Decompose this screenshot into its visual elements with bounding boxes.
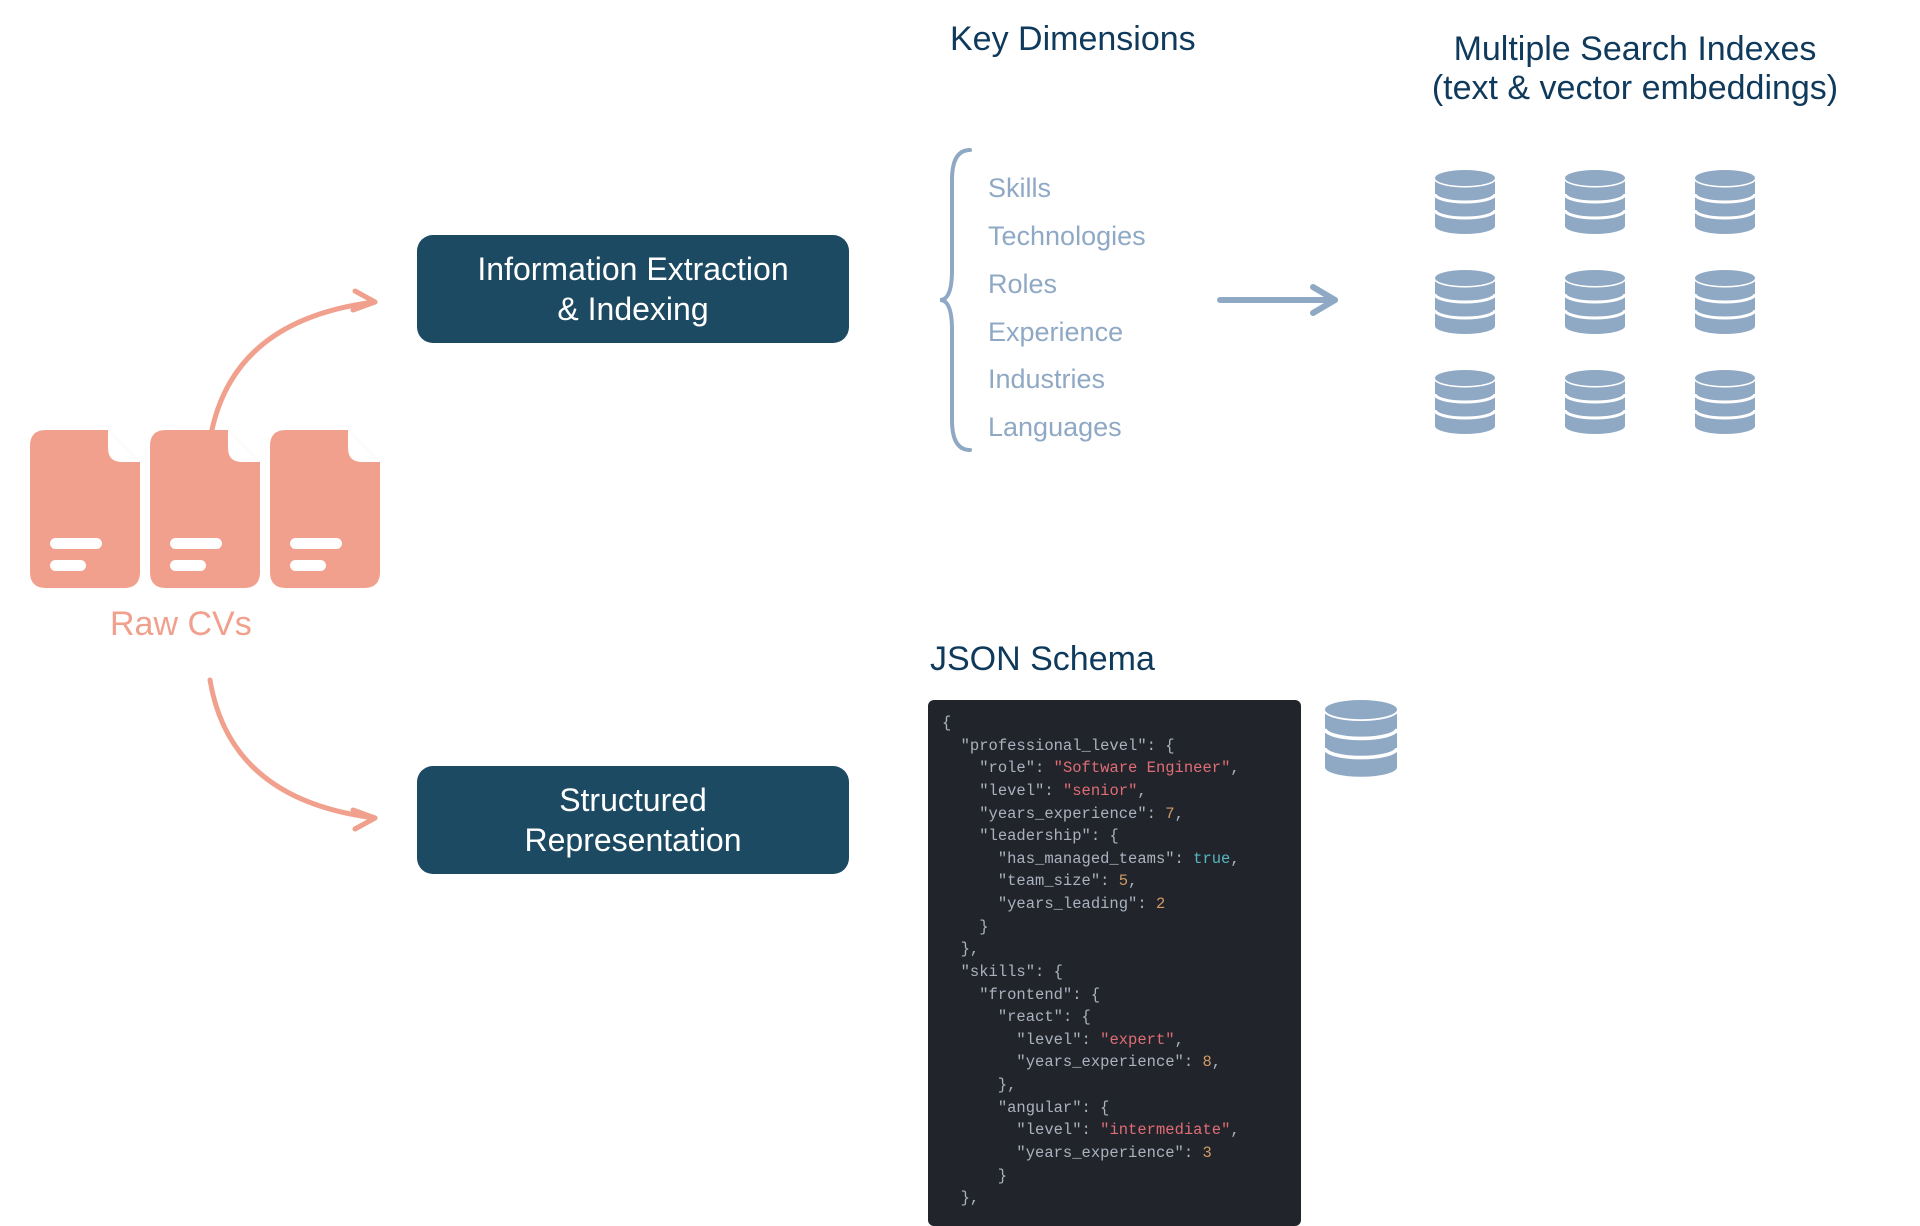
raw-cvs-icons — [30, 430, 390, 600]
pill1-line1: Information Extraction — [477, 249, 788, 289]
pill2-line1: Structured — [559, 780, 707, 820]
brace-key-dims — [940, 150, 980, 450]
info-extraction-pill: Information Extraction & Indexing — [417, 235, 849, 343]
dim-item: Skills — [988, 168, 1146, 210]
dim-item: Roles — [988, 264, 1146, 306]
raw-cvs-label: Raw CVs — [110, 605, 252, 644]
arrow-to-indexes — [1215, 280, 1360, 320]
arrow-to-extraction — [190, 290, 420, 450]
dim-item: Industries — [988, 359, 1146, 401]
db-grid — [1435, 170, 1815, 450]
dim-item: Experience — [988, 312, 1146, 354]
indexes-heading: Multiple Search Indexes (text & vector e… — [1385, 30, 1885, 108]
key-dimensions-heading: Key Dimensions — [950, 20, 1196, 59]
arrow-to-structured — [190, 670, 420, 830]
indexes-line2: (text & vector embeddings) — [1385, 69, 1885, 108]
structured-rep-pill: Structured Representation — [417, 766, 849, 874]
dimensions-list: Skills Technologies Roles Experience Ind… — [988, 168, 1146, 449]
indexes-line1: Multiple Search Indexes — [1385, 30, 1885, 69]
dim-item: Technologies — [988, 216, 1146, 258]
db-json — [1325, 700, 1405, 790]
json-schema-code: { "professional_level": { "role": "Softw… — [928, 700, 1301, 1226]
json-schema-heading: JSON Schema — [930, 640, 1155, 679]
dim-item: Languages — [988, 407, 1146, 449]
pill1-line2: & Indexing — [557, 289, 708, 329]
pill2-line2: Representation — [524, 820, 741, 860]
